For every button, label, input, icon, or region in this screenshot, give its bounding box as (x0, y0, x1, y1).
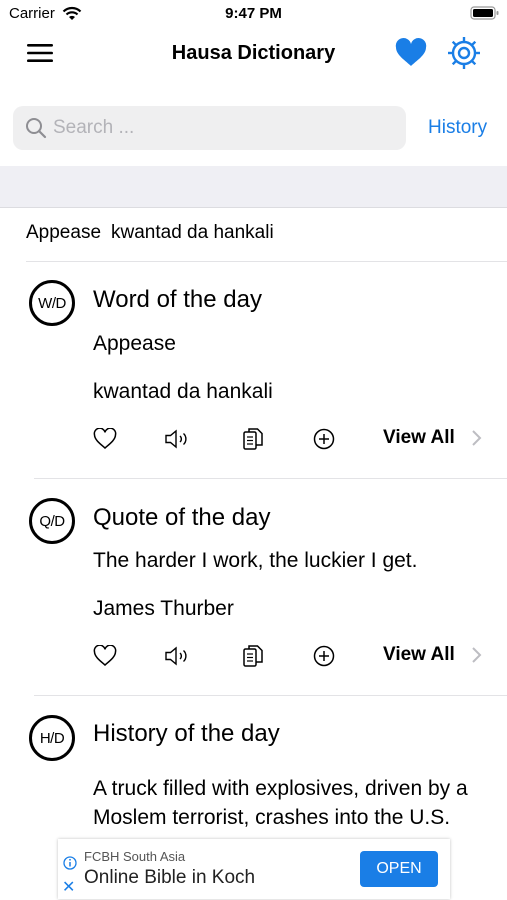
history-badge-icon: H/D (29, 715, 75, 761)
speaker-icon[interactable] (164, 425, 192, 453)
view-all-link[interactable]: View All (383, 644, 455, 666)
gear-icon[interactable] (447, 36, 481, 70)
word-of-day-card: W/D Word of the day Appease kwantad da h… (0, 276, 507, 476)
word-translation: kwantad da hankali (93, 380, 273, 403)
quote-text: The harder I work, the luckier I get. (93, 549, 418, 572)
recent-word: Appease (26, 222, 102, 243)
card-actions: View All (0, 425, 507, 455)
search-row: History (0, 100, 507, 156)
view-all-link[interactable]: View All (383, 427, 455, 449)
nav-bar: Hausa Dictionary (0, 30, 507, 76)
quote-author: James Thurber (93, 597, 234, 620)
search-icon (25, 117, 47, 144)
copy-icon[interactable] (239, 642, 267, 670)
status-bar: Carrier 9:47 PM (0, 0, 507, 30)
heart-outline-icon[interactable] (91, 425, 119, 453)
card-actions: View All (0, 642, 507, 672)
quote-badge-icon: Q/D (29, 498, 75, 544)
history-text: A truck filled with explosives, driven b… (93, 777, 468, 836)
card-title: History of the day (93, 720, 280, 747)
ad-close-icon[interactable]: ✕ (62, 877, 75, 897)
battery-icon (470, 6, 500, 26)
word-text: Appease (93, 332, 176, 355)
card-title: Quote of the day (93, 504, 271, 531)
divider (26, 261, 507, 262)
history-link[interactable]: History (428, 117, 487, 139)
quote-of-day-card: Q/D Quote of the day The harder I work, … (0, 494, 507, 694)
chevron-right-icon[interactable] (470, 429, 482, 452)
page-title: Hausa Dictionary (171, 42, 336, 64)
ad-source: FCBH South Asia (84, 849, 186, 864)
add-icon[interactable] (310, 425, 338, 453)
add-icon[interactable] (310, 642, 338, 670)
status-time: 9:47 PM (225, 5, 282, 22)
speaker-icon[interactable] (164, 642, 192, 670)
section-band (0, 166, 507, 208)
recent-translation: kwantad da hankali (111, 222, 274, 243)
recent-entry[interactable]: Appease kwantad da hankali (26, 222, 274, 244)
ad-title: Online Bible in Koch (84, 867, 256, 888)
info-icon[interactable] (63, 856, 77, 875)
history-of-day-card: H/D History of the day A truck filled wi… (0, 710, 507, 840)
divider (34, 695, 507, 696)
ad-open-button[interactable]: OPEN (360, 851, 438, 887)
heart-outline-icon[interactable] (91, 642, 119, 670)
word-badge-icon: W/D (29, 280, 75, 326)
chevron-right-icon[interactable] (470, 646, 482, 669)
search-box[interactable] (13, 106, 406, 150)
card-title: Word of the day (93, 286, 262, 313)
heart-icon[interactable] (394, 38, 428, 68)
copy-icon[interactable] (239, 425, 267, 453)
divider (34, 478, 507, 479)
search-input[interactable] (53, 106, 393, 150)
ad-banner[interactable]: ✕ FCBH South Asia Online Bible in Koch O… (58, 839, 450, 899)
